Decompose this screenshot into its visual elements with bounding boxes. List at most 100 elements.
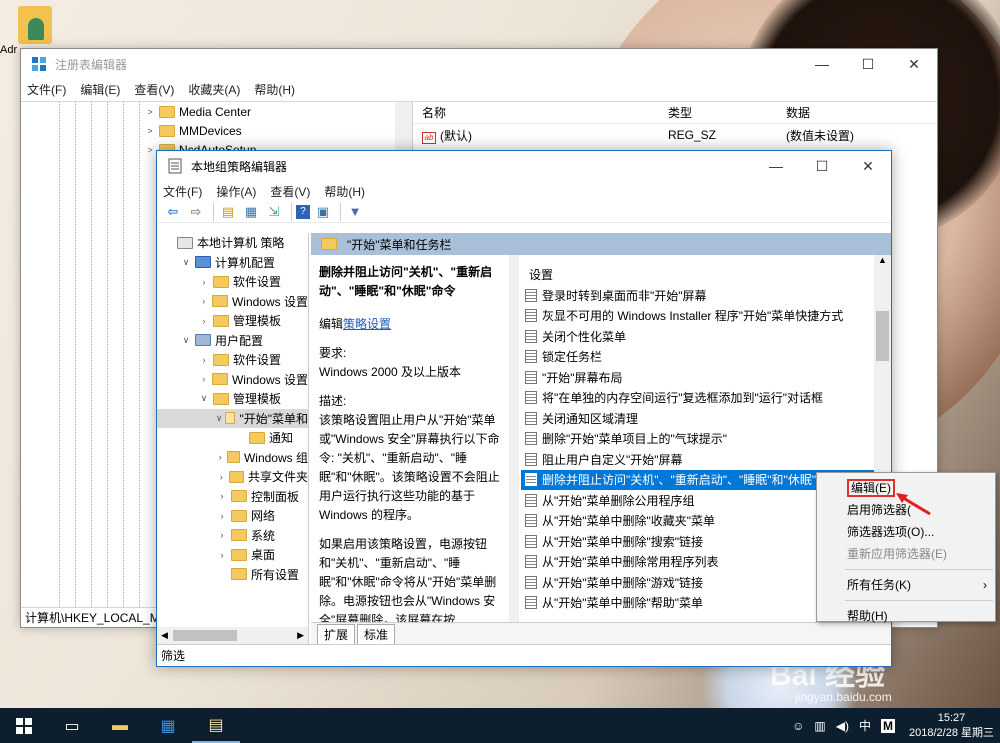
export-list-icon[interactable]: ⇲	[264, 203, 284, 221]
properties-icon[interactable]: ▣	[313, 203, 333, 221]
chevron-right-icon[interactable]: >	[143, 126, 157, 136]
tree-item[interactable]: > MMDevices	[21, 121, 412, 140]
chevron-right-icon[interactable]: ›	[197, 316, 211, 326]
tree-item[interactable]: › Windows 设置	[157, 292, 308, 312]
policy-setting-row[interactable]: 灰显不可用的 Windows Installer 程序"开始"菜单快捷方式	[521, 306, 891, 327]
policy-setting-label: 将"在单独的内存空间运行"复选框添加到"运行"对话框	[542, 391, 824, 406]
tree-item[interactable]: 本地计算机 策略	[157, 233, 308, 253]
tree-item[interactable]: › 软件设置	[157, 350, 308, 370]
folder-icon	[231, 509, 247, 522]
person-icon[interactable]: ☺	[792, 719, 804, 733]
network-icon[interactable]: ▥	[814, 719, 825, 733]
menu-action[interactable]: 操作(A)	[216, 183, 256, 200]
chevron-right-icon[interactable]: ›	[215, 530, 229, 540]
tree-item[interactable]: › 软件设置	[157, 272, 308, 292]
policy-setting-row[interactable]: 登录时转到桌面而非"开始"屏幕	[521, 285, 891, 306]
menu-view[interactable]: 查看(V)	[134, 81, 174, 98]
policy-settings-link[interactable]: 策略设置	[343, 317, 391, 331]
tree-item[interactable]: › Windows 设置	[157, 370, 308, 390]
gpedit-taskbar-icon[interactable]: ▤	[192, 708, 240, 743]
policy-setting-row[interactable]: 删除"开始"菜单项目上的"气球提示"	[521, 429, 891, 450]
chevron-right-icon[interactable]: >	[143, 107, 157, 117]
policy-setting-row[interactable]: "开始"屏幕布局	[521, 367, 891, 388]
help-icon[interactable]: ?	[296, 204, 310, 219]
chevron-right-icon[interactable]: ›	[215, 550, 229, 560]
chevron-down-icon[interactable]: ∨	[215, 413, 223, 424]
column-data[interactable]: 数据	[778, 104, 928, 121]
task-view-icon[interactable]: ▭	[48, 708, 96, 743]
value-row[interactable]: ab (默认) REG_SZ (数值未设置)	[414, 124, 937, 146]
chevron-right-icon[interactable]: ›	[197, 355, 211, 365]
tree-item[interactable]: › 共享文件夹	[157, 467, 308, 487]
chevron-right-icon[interactable]: ›	[215, 472, 227, 482]
gpedit-titlebar[interactable]: 本地组策略编辑器 — ☐ ✕	[157, 151, 891, 181]
up-folder-icon[interactable]: ▤	[218, 203, 238, 221]
tree-item[interactable]: 通知	[157, 428, 308, 448]
minimize-button[interactable]: —	[799, 49, 845, 79]
close-button[interactable]: ✕	[845, 151, 891, 181]
policy-setting-row[interactable]: 阻止用户自定义"开始"屏幕	[521, 449, 891, 470]
policy-setting-row[interactable]: 关闭个性化菜单	[521, 326, 891, 347]
description-scrollbar[interactable]	[509, 255, 519, 622]
menu-help[interactable]: 帮助(H)	[254, 81, 295, 98]
ime-indicator[interactable]: 中	[859, 717, 871, 734]
chevron-right-icon[interactable]: ›	[197, 296, 210, 306]
chevron-down-icon[interactable]: ∨	[197, 393, 211, 404]
menu-item-filter-options[interactable]: 筛选器选项(O)...	[817, 521, 995, 543]
volume-icon[interactable]: ◀)	[836, 719, 849, 733]
tree-item[interactable]: › 桌面	[157, 545, 308, 565]
maximize-button[interactable]: ☐	[799, 151, 845, 181]
tab-standard[interactable]: 标准	[357, 624, 396, 644]
minimize-button[interactable]: —	[753, 151, 799, 181]
tree-item[interactable]: 所有设置	[157, 565, 308, 585]
ime-mode-indicator[interactable]: M	[881, 718, 895, 733]
policy-setting-row[interactable]: 关闭通知区域清理	[521, 408, 891, 429]
clock[interactable]: 15:27 2018/2/28 星期三	[909, 711, 994, 741]
chevron-right-icon[interactable]: ›	[215, 491, 229, 501]
menu-help[interactable]: 帮助(H)	[324, 183, 365, 200]
tree-horizontal-scrollbar[interactable]: ◀ ▶	[157, 627, 308, 644]
tree-item[interactable]: › 控制面板	[157, 487, 308, 507]
tree-item[interactable]: > Media Center	[21, 102, 412, 121]
chevron-down-icon[interactable]: ∨	[179, 257, 193, 268]
column-type[interactable]: 类型	[660, 104, 778, 121]
column-name[interactable]: 名称	[414, 104, 660, 121]
policy-setting-row[interactable]: 锁定任务栏	[521, 347, 891, 368]
start-button[interactable]	[0, 708, 48, 743]
folder-icon	[225, 412, 236, 425]
forward-arrow-icon[interactable]: ⇨	[186, 203, 206, 221]
menu-view[interactable]: 查看(V)	[270, 183, 310, 200]
tree-item[interactable]: › 网络	[157, 506, 308, 526]
tab-extended[interactable]: 扩展	[317, 624, 356, 644]
registry-taskbar-icon[interactable]: ▦	[144, 708, 192, 743]
menu-favorites[interactable]: 收藏夹(A)	[188, 81, 240, 98]
registry-titlebar[interactable]: 注册表编辑器 — ☐ ✕	[21, 49, 937, 79]
chevron-right-icon[interactable]: ›	[215, 452, 225, 462]
policy-setting-row[interactable]: 将"在单独的内存空间运行"复选框添加到"运行"对话框	[521, 388, 891, 409]
chevron-right-icon[interactable]: >	[143, 145, 157, 155]
back-arrow-icon[interactable]: ⇦	[163, 203, 183, 221]
tree-item[interactable]: › Windows 组	[157, 448, 308, 468]
chevron-right-icon[interactable]: ›	[215, 511, 229, 521]
menu-item-reapply-filter[interactable]: 重新应用筛选器(E)	[817, 543, 995, 565]
menu-file[interactable]: 文件(F)	[163, 183, 202, 200]
menu-item-help[interactable]: 帮助(H)	[817, 605, 995, 627]
maximize-button[interactable]: ☐	[845, 49, 891, 79]
chevron-down-icon[interactable]: ∨	[179, 335, 193, 346]
filter-icon[interactable]: ▼	[345, 203, 365, 221]
show-tree-icon[interactable]: ▦	[241, 203, 261, 221]
file-explorer-icon[interactable]: ▬	[96, 708, 144, 743]
menu-file[interactable]: 文件(F)	[27, 81, 66, 98]
chevron-right-icon[interactable]: ›	[197, 277, 211, 287]
menu-edit[interactable]: 编辑(E)	[80, 81, 120, 98]
tree-item[interactable]: ∨ 计算机配置	[157, 253, 308, 273]
tree-item[interactable]: › 系统	[157, 526, 308, 546]
tree-item[interactable]: ∨ 用户配置	[157, 331, 308, 351]
tree-item[interactable]: › 管理模板	[157, 311, 308, 331]
close-button[interactable]: ✕	[891, 49, 937, 79]
chevron-right-icon[interactable]: ›	[197, 374, 210, 384]
tree-item[interactable]: ∨ 管理模板	[157, 389, 308, 409]
menu-item-all-tasks[interactable]: 所有任务(K) ›	[817, 574, 995, 596]
tree-item[interactable]: ∨ "开始"菜单和	[157, 408, 308, 428]
settings-column-header[interactable]: 设置	[521, 255, 891, 285]
